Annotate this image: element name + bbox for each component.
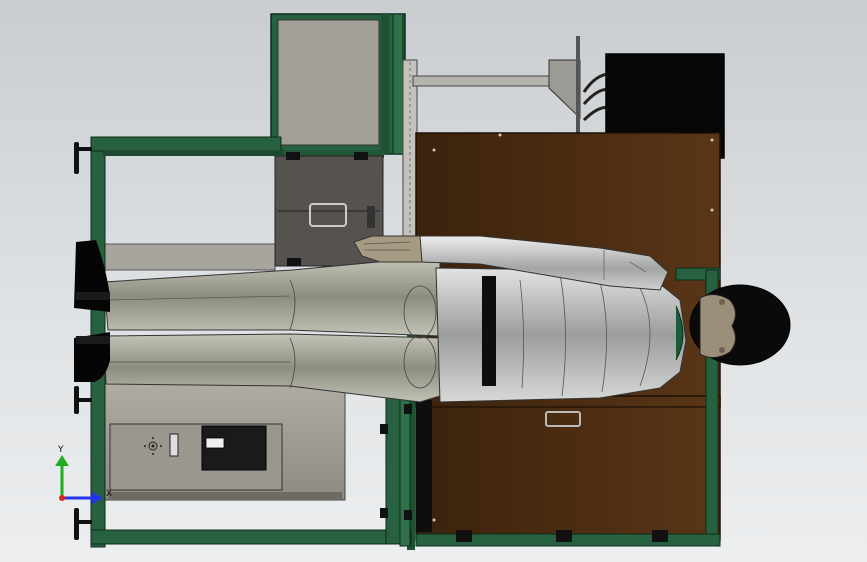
y-axis-label: Y — [57, 445, 64, 455]
x-axis-label: X — [106, 489, 112, 499]
z-axis-icon — [59, 495, 65, 501]
mannequin-legs[interactable] — [103, 257, 441, 403]
assembly-model[interactable]: Y X — [0, 0, 867, 562]
belt — [482, 276, 496, 386]
mannequin-head[interactable] — [689, 284, 791, 366]
top-cabinet[interactable] — [270, 13, 406, 158]
cad-viewport[interactable]: Y X — [0, 0, 867, 562]
